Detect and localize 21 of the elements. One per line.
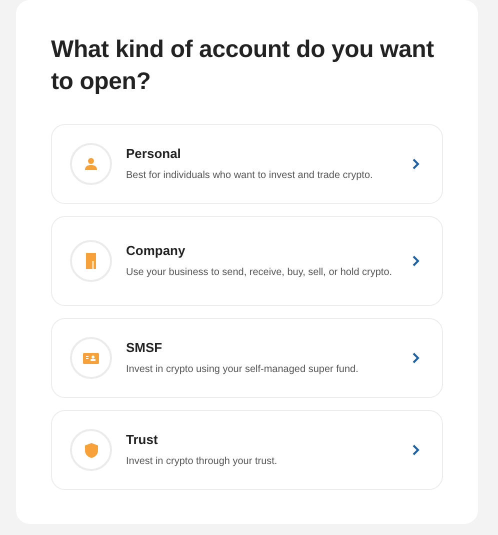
option-title: Personal — [126, 146, 182, 160]
account-option[interactable]: Personal Best for individuals who want to invest and trade crypto. — [51, 124, 443, 204]
option-description: Invest in crypto using your self-managed super fund. — [126, 362, 360, 376]
chevron-icon — [412, 444, 420, 456]
chevron-icon — [412, 255, 420, 267]
shield-icon — [84, 442, 98, 458]
option-title: Company — [126, 242, 186, 258]
building-icon — [85, 253, 97, 269]
option-description: Invest in crypto through your trust. — [126, 454, 278, 468]
account-option[interactable]: Company Use your business to send, receive, buy, sell, or hold crypto. — [51, 216, 443, 306]
account-option[interactable]: SMSF Invest in crypto using your self-managed super fund. — [51, 318, 443, 398]
page-title: What kind of account do you want to open? — [51, 35, 435, 97]
id-card-icon — [83, 352, 99, 364]
account-option[interactable]: Trust Invest in crypto through your trust. — [51, 410, 443, 490]
person-icon — [84, 157, 98, 171]
option-description: Best for individuals who want to invest and trade crypto. — [126, 168, 374, 182]
option-title: Trust — [126, 432, 159, 446]
chevron-icon — [412, 158, 420, 170]
chevron-icon — [412, 352, 420, 364]
option-title: SMSF — [126, 340, 164, 354]
option-description: Use your business to send, receive, buy, sell, or hold crypto. — [126, 266, 394, 280]
